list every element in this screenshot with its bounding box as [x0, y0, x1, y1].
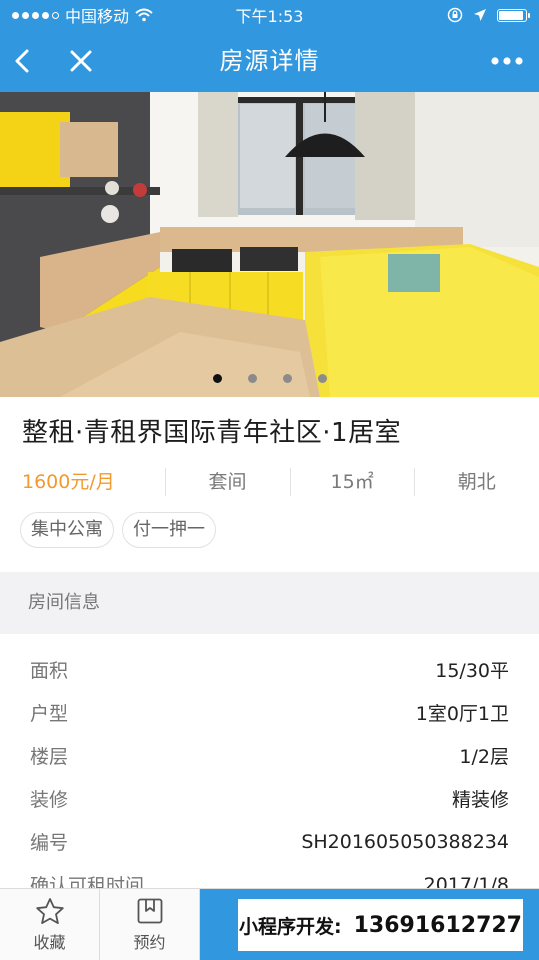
gallery-dot[interactable] — [317, 374, 327, 383]
listing-specs: 1600元/月 套间 15㎡ 朝北 — [0, 462, 539, 502]
room-info-header: 房间信息 — [0, 572, 539, 634]
promo-phone: 13691612727 — [353, 912, 522, 938]
info-value: 精装修 — [451, 789, 509, 811]
favorite-label: 收藏 — [33, 932, 66, 952]
gallery-pagination[interactable] — [0, 374, 539, 383]
section-title: 房间信息 — [28, 592, 100, 613]
info-value: 1/2层 — [459, 746, 509, 768]
bottom-action-bar: 收藏 预约 小程序开发: 13691612727 — [0, 888, 539, 960]
promo-label: 小程序开发: — [239, 915, 342, 938]
info-row-layout: 户型 1室0厅1卫 — [0, 691, 539, 734]
more-button[interactable] — [487, 44, 527, 78]
room-info-list: 面积 15/30平 户型 1室0厅1卫 楼层 1/2层 装修 精装修 编号 SH… — [0, 648, 539, 906]
navigation-bar: 房源详情 — [0, 30, 539, 92]
info-row-area: 面积 15/30平 — [0, 648, 539, 691]
bookmark-icon — [137, 898, 162, 923]
listing-title: 整租·青租界国际青年社区·1居室 — [22, 418, 402, 448]
area-label: 15㎡ — [289, 462, 415, 502]
gallery-dot[interactable] — [282, 374, 292, 383]
info-value: 1室0厅1卫 — [415, 703, 509, 725]
reserve-label: 预约 — [133, 932, 166, 952]
page-title: 房源详情 — [219, 47, 320, 75]
info-row-floor: 楼层 1/2层 — [0, 734, 539, 777]
status-bar: 中国移动 下午1:53 — [0, 0, 539, 30]
info-value: 15/30平 — [435, 660, 509, 682]
battery-level — [499, 10, 523, 20]
price-label: 1600元/月 — [22, 471, 115, 493]
tag-payment-terms: 付一押一 — [122, 512, 216, 548]
info-value: SH201605050388234 — [301, 830, 509, 853]
room-type-label: 套间 — [165, 462, 290, 502]
info-label: 楼层 — [30, 746, 69, 768]
reserve-button[interactable]: 预约 — [100, 889, 200, 960]
favorite-button[interactable]: 收藏 — [0, 889, 100, 960]
app-screen: 中国移动 下午1:53 房源详情 整租·青租界国际青年社区·1居室 1600元/… — [0, 0, 539, 960]
contact-cta-area[interactable]: 小程序开发: 13691612727 — [200, 889, 539, 960]
info-row-id: 编号 SH201605050388234 — [0, 820, 539, 863]
gallery-dot[interactable] — [247, 374, 257, 383]
status-time: 下午1:53 — [235, 7, 304, 26]
info-label: 编号 — [30, 832, 69, 854]
listing-tags: 集中公寓 付一押一 — [20, 512, 216, 548]
battery-icon — [497, 8, 530, 22]
info-label: 装修 — [30, 789, 69, 811]
promo-banner: 小程序开发: 13691612727 — [238, 899, 523, 951]
info-label: 面积 — [30, 660, 69, 682]
tag-apartment-type: 集中公寓 — [20, 512, 114, 548]
more-dots-icon — [491, 57, 523, 65]
star-icon — [35, 897, 64, 924]
info-row-decoration: 装修 精装修 — [0, 777, 539, 820]
photo-gallery[interactable] — [0, 92, 539, 397]
gallery-dot[interactable] — [212, 374, 222, 383]
room-photo — [0, 92, 539, 397]
orientation-label: 朝北 — [414, 462, 539, 502]
info-label: 户型 — [30, 703, 69, 725]
